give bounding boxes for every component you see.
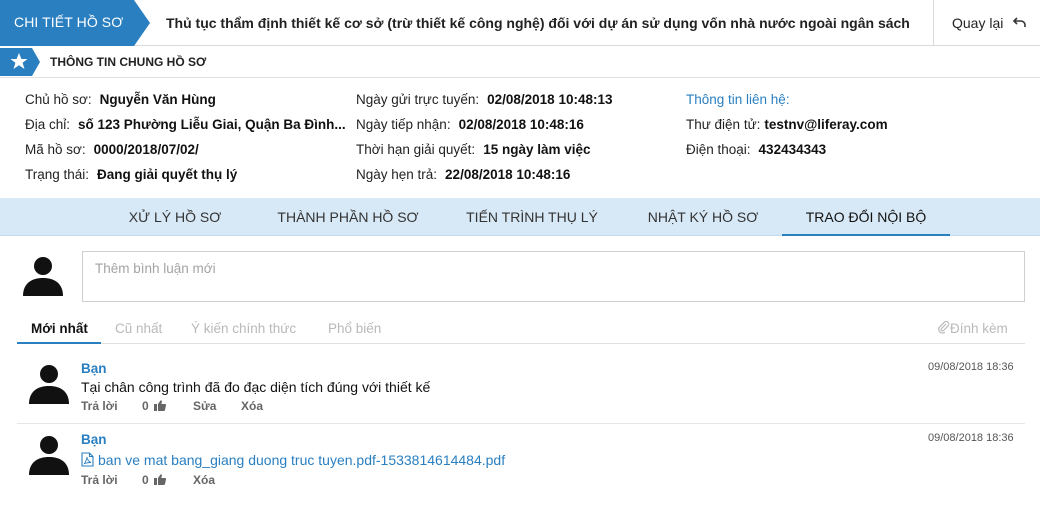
address-value: số 123 Phường Liễu Giai, Quận Ba Đình... [78, 117, 346, 132]
section-header: THÔNG TIN CHUNG HỒ SƠ [0, 46, 1040, 78]
filter-popular[interactable]: Phổ biến [328, 321, 381, 336]
received-row: Ngày tiếp nhận: 02/08/2018 10:48:16 [356, 117, 584, 132]
submitted-value: 02/08/2018 10:48:13 [487, 92, 613, 107]
thumbs-up-icon [154, 400, 167, 411]
tab-thanh-phan-ho-so[interactable]: THÀNH PHẦN HỒ SƠ [268, 198, 428, 236]
phone-row: Điện thoại: 432434343 [686, 142, 826, 157]
comment-time: 09/08/2018 18:36 [928, 432, 1014, 444]
edit-button[interactable]: Sửa [193, 399, 216, 413]
procedure-title: Thủ tục thẩm định thiết kế cơ sở (trừ th… [166, 15, 910, 31]
submitted-row: Ngày gửi trực tuyến: 02/08/2018 10:48:13 [356, 92, 612, 107]
filter-official[interactable]: Ý kiến chính thức [191, 321, 296, 336]
received-value: 02/08/2018 10:48:16 [458, 117, 584, 132]
user-avatar-icon [29, 365, 69, 404]
like-button[interactable]: 0 [142, 399, 167, 413]
user-avatar-icon [23, 257, 63, 296]
star-icon [0, 48, 40, 76]
thumbs-up-icon [154, 474, 167, 485]
delete-button[interactable]: Xóa [241, 399, 263, 413]
owner-label: Chủ hồ sơ: [25, 92, 92, 107]
top-bar: CHI TIẾT HỒ SƠ Thủ tục thẩm định thiết k… [0, 0, 1040, 46]
comment-input-placeholder: Thêm bình luận mới [95, 261, 216, 276]
comment-author[interactable]: Bạn [81, 432, 107, 447]
code-row: Mã hồ sơ: 0000/2018/07/02/ [25, 142, 199, 157]
email-row: Thư điện tử: testnv@liferay.com [686, 117, 888, 132]
comment-time: 09/08/2018 18:36 [928, 361, 1014, 373]
filter-newest[interactable]: Mới nhất [31, 321, 88, 336]
back-arrow-icon [1012, 17, 1026, 27]
reply-button[interactable]: Trả lời [81, 399, 118, 413]
delete-button[interactable]: Xóa [193, 473, 215, 487]
tab-trao-doi-noi-bo[interactable]: TRAO ĐỔI NỘI BỘ [782, 198, 950, 236]
reply-button[interactable]: Trả lời [81, 473, 118, 487]
phone-value: 432434343 [758, 142, 827, 157]
due-label: Ngày hẹn trả: [356, 167, 438, 182]
deadline-row: Thời hạn giải quyết: 15 ngày làm việc [356, 142, 591, 157]
back-button-label: Quay lại [952, 15, 1004, 31]
tab-nhat-ky-ho-so[interactable]: NHẬT KÝ HỒ SƠ [636, 198, 770, 236]
pdf-file-icon [81, 452, 94, 467]
deadline-value: 15 ngày làm việc [483, 142, 591, 157]
filter-active-underline [17, 342, 101, 344]
email-label: Thư điện tử: [686, 117, 761, 132]
attachment-filename: ban ve mat bang_giang duong truc tuyen.p… [98, 452, 506, 468]
breadcrumb-label: CHI TIẾT HỒ SƠ [14, 14, 124, 30]
submitted-label: Ngày gửi trực tuyến: [356, 92, 480, 107]
attachment-link[interactable]: ban ve mat bang_giang duong truc tuyen.p… [81, 452, 505, 468]
due-row: Ngày hẹn trả: 22/08/2018 10:48:16 [356, 167, 570, 182]
attach-button[interactable]: Đính kèm [938, 320, 1008, 336]
code-label: Mã hồ sơ: [25, 142, 86, 157]
phone-label: Điện thoại: [686, 142, 751, 157]
owner-value: Nguyễn Văn Hùng [99, 92, 216, 107]
status-row: Trạng thái: Đang giải quyết thụ lý [25, 167, 237, 182]
paperclip-icon [938, 320, 950, 334]
attach-label: Đính kèm [950, 321, 1008, 336]
tab-xu-ly-ho-so[interactable]: XỬ LÝ HỒ SƠ [112, 198, 238, 236]
tab-bar: XỬ LÝ HỒ SƠ THÀNH PHẦN HỒ SƠ TIẾN TRÌNH … [0, 198, 1040, 236]
comment-divider [17, 423, 1025, 424]
received-label: Ngày tiếp nhận: [356, 117, 451, 132]
code-value: 0000/2018/07/02/ [93, 142, 199, 157]
breadcrumb[interactable]: CHI TIẾT HỒ SƠ [0, 0, 150, 46]
due-value: 22/08/2018 10:48:16 [445, 167, 571, 182]
tab-tien-trinh-thu-ly[interactable]: TIẾN TRÌNH THỤ LÝ [458, 198, 606, 236]
user-avatar-icon [29, 436, 69, 475]
deadline-label: Thời hạn giải quyết: [356, 142, 476, 157]
email-value: testnv@liferay.com [764, 117, 888, 132]
section-title: THÔNG TIN CHUNG HỒ SƠ [50, 55, 207, 69]
contact-title: Thông tin liên hệ: [686, 92, 790, 107]
comment-author[interactable]: Bạn [81, 361, 107, 376]
address-label: Địa chỉ: [25, 117, 71, 132]
comment-input[interactable]: Thêm bình luận mới [82, 251, 1025, 302]
comment-text: Tại chân công trình đã đo đạc diện tích … [81, 379, 431, 395]
like-count: 0 [142, 473, 149, 487]
filter-oldest[interactable]: Cũ nhất [115, 321, 162, 336]
status-value: Đang giải quyết thụ lý [97, 167, 238, 182]
status-label: Trạng thái: [25, 167, 90, 182]
filter-divider [17, 343, 1025, 344]
like-button[interactable]: 0 [142, 473, 167, 487]
owner-row: Chủ hồ sơ: Nguyễn Văn Hùng [25, 92, 216, 107]
back-button[interactable]: Quay lại [933, 0, 1040, 46]
address-row: Địa chỉ: số 123 Phường Liễu Giai, Quận Ba… [25, 117, 346, 132]
like-count: 0 [142, 399, 149, 413]
